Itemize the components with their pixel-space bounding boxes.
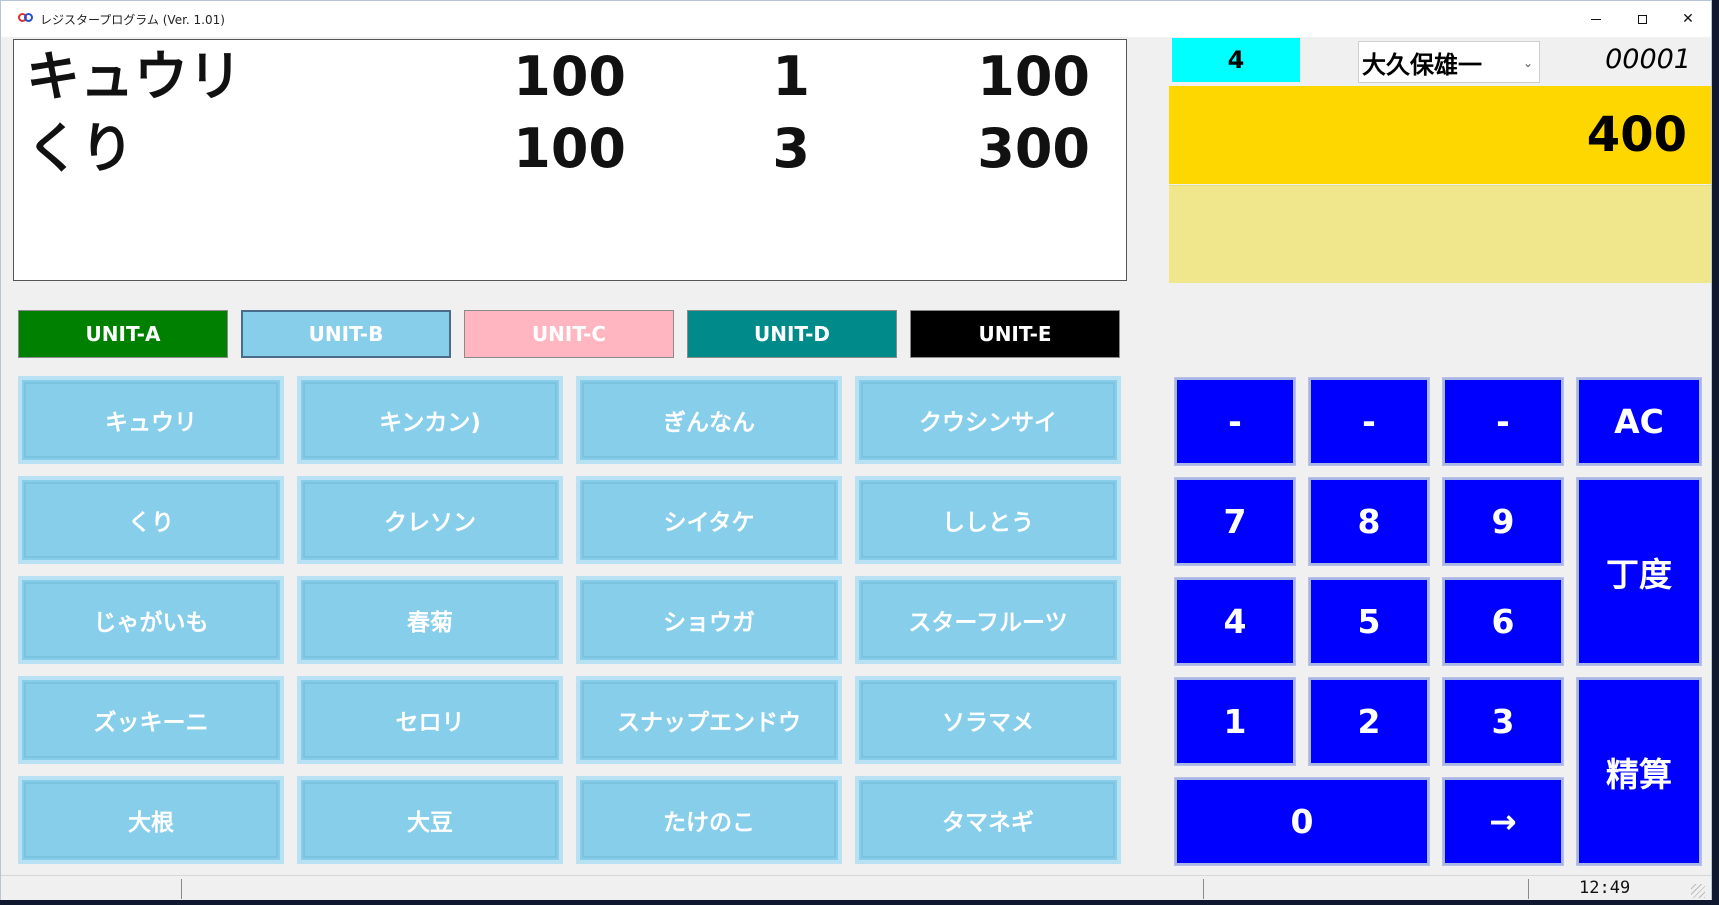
chevron-down-icon: ⌄ [1522,56,1533,70]
staff-select[interactable]: 大久保雄一 ⌄ [1358,41,1540,83]
product-button[interactable]: シイタケ [576,476,842,564]
unit-tab-a[interactable]: UNIT-A [18,310,228,358]
window-title: レジスタープログラム (Ver. 1.01) [40,12,225,27]
message-panel [1169,185,1711,283]
close-button[interactable]: ✕ [1665,1,1711,37]
digit-9-key[interactable]: 9 [1442,477,1564,566]
digit-6-key[interactable]: 6 [1442,577,1564,666]
digit-7-key[interactable]: 7 [1174,477,1296,566]
item-name: キュウリ [26,45,242,108]
resize-grip-icon[interactable] [1691,884,1705,898]
status-divider [1203,879,1204,899]
all-clear-key[interactable]: AC [1576,377,1702,466]
app-logo-icon [18,12,34,26]
product-button[interactable]: スナップエンドウ [576,676,842,764]
product-button[interactable]: タマネギ [855,776,1121,864]
arrow-right-key[interactable]: → [1442,777,1564,866]
receipt-list: キュウリ 100 1 100 くり 100 3 300 [13,39,1127,281]
digit-2-key[interactable]: 2 [1308,677,1430,766]
exact-amount-key[interactable]: 丁度 [1576,477,1702,666]
app-window: レジスタープログラム (Ver. 1.01) ✕ キュウリ 100 1 100 … [0,0,1712,900]
digit-0-key[interactable]: 0 [1174,777,1430,866]
item-total: 300 [977,117,1090,180]
minus-key[interactable]: - [1174,377,1296,466]
item-total: 100 [977,45,1090,108]
minimize-icon [1591,18,1601,20]
product-button[interactable]: ズッキーニ [18,676,284,764]
digit-1-key[interactable]: 1 [1174,677,1296,766]
product-button[interactable]: ししとう [855,476,1121,564]
digit-3-key[interactable]: 3 [1442,677,1564,766]
product-button[interactable]: キンカン) [297,376,563,464]
total-amount: 400 [1169,86,1711,184]
checkout-key[interactable]: 精算 [1576,677,1702,866]
digit-5-key[interactable]: 5 [1308,577,1430,666]
minimize-button[interactable] [1573,1,1619,37]
receipt-line: キュウリ 100 1 100 [14,42,1126,112]
status-divider [1528,879,1529,899]
status-bar: 12:49 [1,875,1711,900]
close-icon: ✕ [1682,11,1694,27]
product-button[interactable]: じゃがいも [18,576,284,664]
counter-number: 4 [1172,38,1300,82]
maximize-icon [1637,14,1647,24]
window-controls: ✕ [1573,1,1711,37]
minus-key[interactable]: - [1442,377,1564,466]
product-button[interactable]: スターフルーツ [855,576,1121,664]
product-button[interactable]: クウシンサイ [855,376,1121,464]
item-qty: 1 [772,45,810,108]
product-button[interactable]: たけのこ [576,776,842,864]
status-clock: 12:49 [1579,878,1631,898]
product-button[interactable]: ぎんなん [576,376,842,464]
receipt-number: 00001 [1605,43,1691,75]
product-button[interactable]: くり [18,476,284,564]
product-button[interactable]: セロリ [297,676,563,764]
digit-4-key[interactable]: 4 [1174,577,1296,666]
item-price: 100 [513,117,626,180]
item-name: くり [26,117,134,180]
unit-tab-c[interactable]: UNIT-C [464,310,674,358]
item-price: 100 [513,45,626,108]
product-button[interactable]: 大豆 [297,776,563,864]
maximize-button[interactable] [1619,1,1665,37]
product-button[interactable]: 春菊 [297,576,563,664]
minus-key[interactable]: - [1308,377,1430,466]
receipt-line: くり 100 3 300 [14,114,1126,184]
unit-tab-b[interactable]: UNIT-B [241,310,451,358]
digit-8-key[interactable]: 8 [1308,477,1430,566]
staff-name: 大久保雄一 [1362,50,1482,79]
title-bar: レジスタープログラム (Ver. 1.01) ✕ [1,1,1711,37]
product-button[interactable]: 大根 [18,776,284,864]
product-button[interactable]: ショウガ [576,576,842,664]
product-button[interactable]: クレソン [297,476,563,564]
product-button[interactable]: キュウリ [18,376,284,464]
unit-tab-d[interactable]: UNIT-D [687,310,897,358]
item-qty: 3 [772,117,810,180]
status-divider [181,879,182,899]
product-button[interactable]: ソラマメ [855,676,1121,764]
unit-tab-e[interactable]: UNIT-E [910,310,1120,358]
